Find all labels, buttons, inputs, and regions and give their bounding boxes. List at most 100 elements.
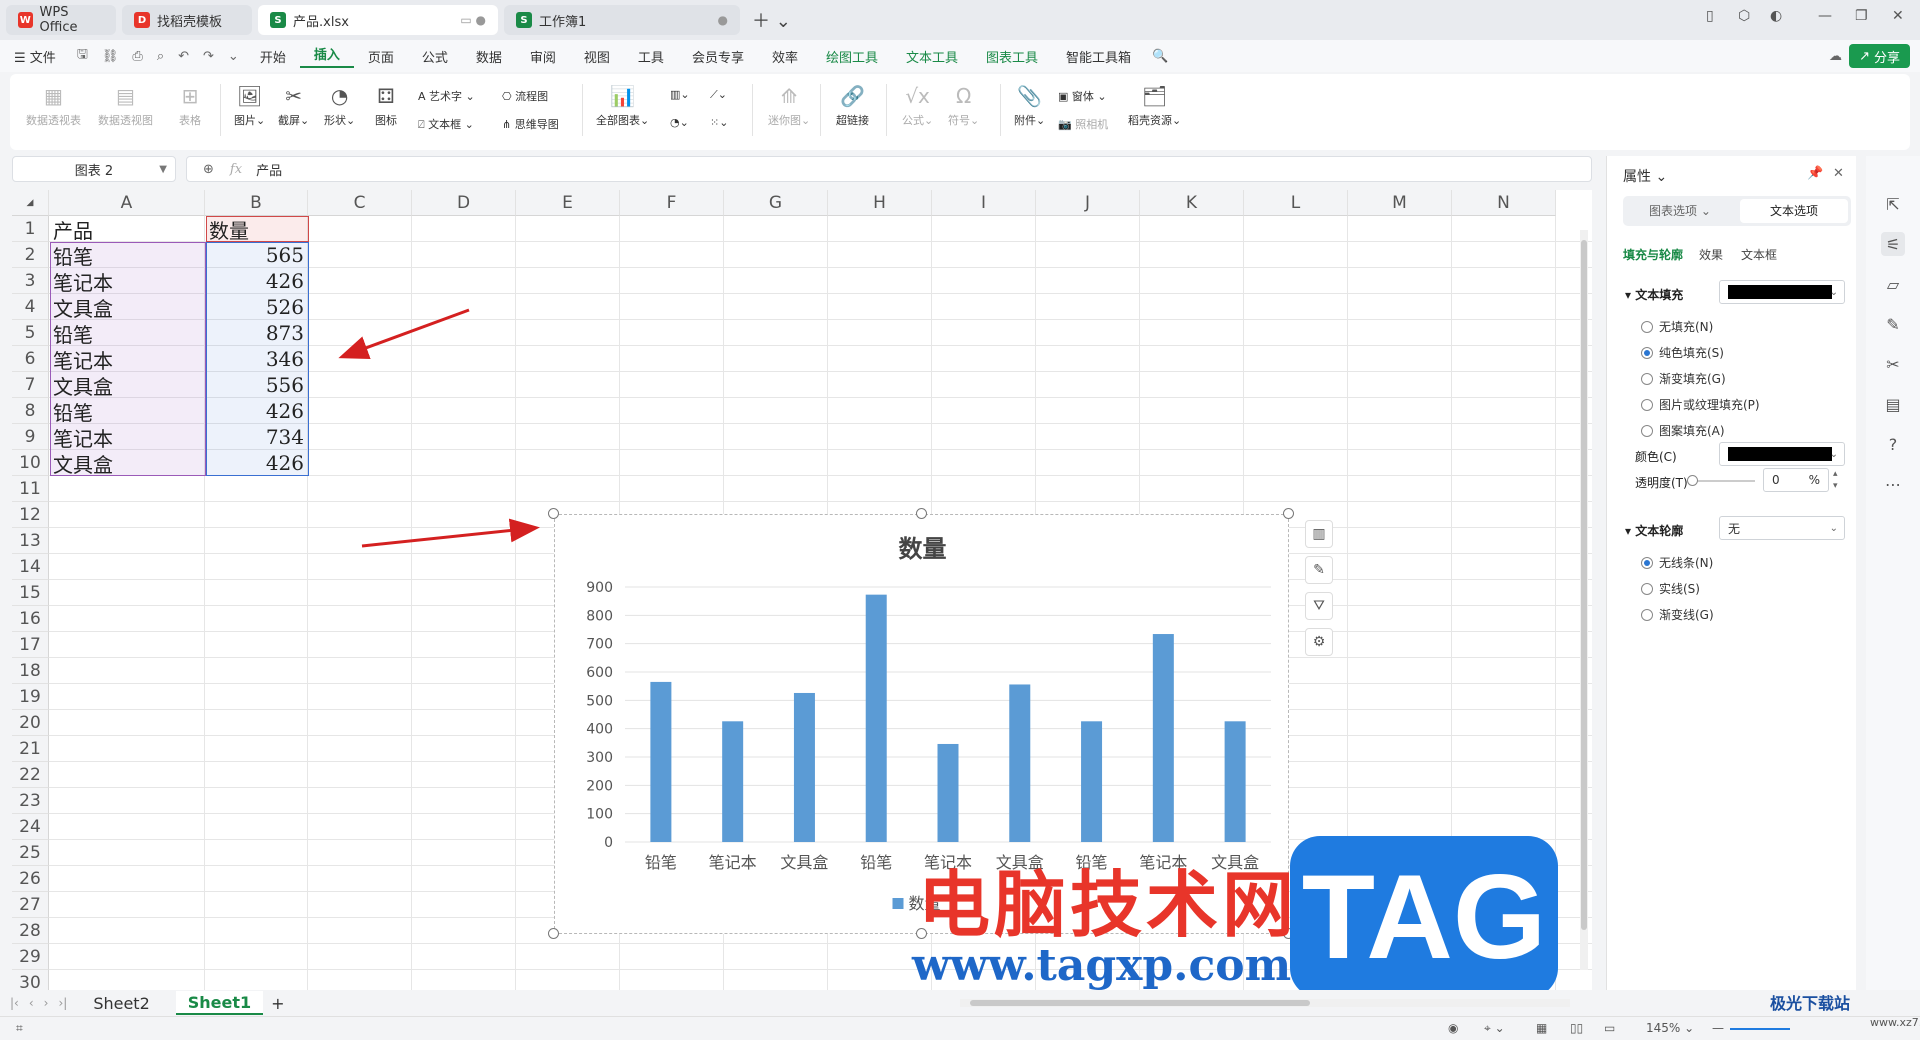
more-icon[interactable]: ⋯ bbox=[1881, 472, 1905, 496]
row-header-19[interactable]: 19 bbox=[12, 684, 49, 710]
attachment-button[interactable]: 📎 附件⌄ bbox=[1014, 84, 1045, 128]
sheet-tab-sheet2[interactable]: Sheet2 bbox=[81, 991, 161, 1015]
row-header-17[interactable]: 17 bbox=[12, 632, 49, 658]
row-header-21[interactable]: 21 bbox=[12, 736, 49, 762]
maximize-icon[interactable]: ❐ bbox=[1855, 8, 1868, 24]
more-chevron-icon[interactable]: ⌄ bbox=[221, 49, 246, 64]
new-tab-plus-icon[interactable]: ＋ ⌄ bbox=[752, 7, 791, 33]
cell-b2[interactable]: 565 bbox=[205, 242, 308, 268]
cell-a10[interactable]: 文具盒 bbox=[49, 450, 205, 477]
reading-view-icon[interactable]: ▯▯ bbox=[1570, 1021, 1583, 1035]
row-header-26[interactable]: 26 bbox=[12, 866, 49, 892]
window-button[interactable]: ▣ 窗体 ⌄ bbox=[1058, 88, 1107, 104]
radio-picture-fill[interactable]: 图片或纹理填充(P) bbox=[1641, 396, 1760, 413]
column-header-g[interactable]: G bbox=[724, 190, 828, 216]
menu-efficiency[interactable]: 效率 bbox=[758, 47, 812, 66]
column-header-h[interactable]: H bbox=[828, 190, 932, 216]
text-outline-heading[interactable]: ▾ 文本轮廓 bbox=[1625, 522, 1683, 539]
cell-b3[interactable]: 426 bbox=[205, 268, 308, 294]
minimize-icon[interactable]: — bbox=[1818, 8, 1832, 24]
select-all-corner[interactable]: ◢ bbox=[12, 190, 49, 216]
column-header-f[interactable]: F bbox=[620, 190, 724, 216]
formula-button[interactable]: √x 公式⌄ bbox=[902, 84, 933, 128]
color-select[interactable]: ⌄ bbox=[1719, 442, 1845, 466]
edit-box-icon[interactable]: ✎ bbox=[1881, 312, 1905, 336]
row-header-30[interactable]: 30 bbox=[12, 970, 49, 990]
tools-icon[interactable]: ✂ bbox=[1881, 352, 1905, 376]
cell-a9[interactable]: 笔记本 bbox=[49, 424, 205, 451]
cell-b1[interactable]: 数量 bbox=[205, 216, 308, 243]
menu-member[interactable]: 会员专享 bbox=[678, 47, 758, 66]
help-icon[interactable]: ? bbox=[1881, 432, 1905, 456]
column-header-d[interactable]: D bbox=[412, 190, 516, 216]
subtab-fill-outline[interactable]: 填充与轮廓 bbox=[1623, 246, 1683, 263]
formula-bar[interactable]: ⊕ fx 产品 bbox=[186, 156, 1592, 182]
comment-icon[interactable]: ▱ bbox=[1881, 272, 1905, 296]
row-header-8[interactable]: 8 bbox=[12, 398, 49, 424]
symbol-button[interactable]: Ω 符号⌄ bbox=[948, 84, 979, 128]
column-header-k[interactable]: K bbox=[1140, 190, 1244, 216]
row-header-27[interactable]: 27 bbox=[12, 892, 49, 918]
row-header-22[interactable]: 22 bbox=[12, 762, 49, 788]
cell-a4[interactable]: 文具盒 bbox=[49, 294, 205, 321]
book-icon[interactable]: ▤ bbox=[1881, 392, 1905, 416]
locate-icon[interactable]: ⌖ ⌄ bbox=[1484, 1021, 1505, 1036]
text-fill-color-select[interactable]: ⌄ bbox=[1719, 280, 1845, 304]
column-header-a[interactable]: A bbox=[49, 190, 205, 216]
close-icon[interactable]: ✕ bbox=[1892, 8, 1904, 24]
subtab-textbox[interactable]: 文本框 bbox=[1741, 246, 1777, 263]
outline-select[interactable]: 无 ⌄ bbox=[1719, 516, 1845, 540]
cell-b4[interactable]: 526 bbox=[205, 294, 308, 320]
first-sheet-icon[interactable]: |‹ bbox=[10, 996, 19, 1010]
transparency-input[interactable]: 0% bbox=[1763, 468, 1829, 492]
row-header-23[interactable]: 23 bbox=[12, 788, 49, 814]
normal-view-icon[interactable]: ▦ bbox=[1536, 1021, 1547, 1035]
eye-protect-icon[interactable]: ◉ bbox=[1448, 1021, 1458, 1035]
flowchart-button[interactable]: ⎔ 流程图 bbox=[502, 88, 548, 104]
cell-a1[interactable]: 产品 bbox=[49, 216, 205, 243]
pie-chart-dropdown[interactable]: ◔⌄ bbox=[670, 116, 689, 129]
zoom-level[interactable]: 145% ⌄ bbox=[1646, 1021, 1694, 1035]
tab-chart-options[interactable]: 图表选项 ⌄ bbox=[1626, 199, 1734, 223]
menu-formula[interactable]: 公式 bbox=[408, 47, 462, 66]
radio-gradient-line[interactable]: 渐变线(G) bbox=[1641, 606, 1714, 623]
mindmap-button[interactable]: ⋔ 思维导图 bbox=[502, 116, 559, 132]
radio-no-fill[interactable]: 无填充(N) bbox=[1641, 318, 1713, 335]
cloud-icon[interactable]: ☁ bbox=[1822, 49, 1849, 64]
scatter-chart-dropdown[interactable]: ⁙⌄ bbox=[710, 116, 728, 129]
cell-b5[interactable]: 873 bbox=[205, 320, 308, 346]
row-header-29[interactable]: 29 bbox=[12, 944, 49, 970]
tab-product-xlsx[interactable]: S 产品.xlsx ▭ ● bbox=[258, 5, 498, 35]
zoom-out-icon[interactable]: — bbox=[1712, 1021, 1724, 1035]
subtab-effects[interactable]: 效果 bbox=[1699, 246, 1723, 263]
slider-thumb[interactable] bbox=[1687, 475, 1698, 486]
row-header-9[interactable]: 9 bbox=[12, 424, 49, 450]
cell-b6[interactable]: 346 bbox=[205, 346, 308, 372]
cell-a5[interactable]: 铅笔 bbox=[49, 320, 205, 347]
column-header-l[interactable]: L bbox=[1244, 190, 1348, 216]
picture-button[interactable]: 🖼 图片⌄ bbox=[234, 84, 265, 128]
scrollbar-thumb[interactable] bbox=[1581, 240, 1587, 930]
hyperlink-button[interactable]: 🔗 超链接 bbox=[836, 84, 869, 128]
row-header-13[interactable]: 13 bbox=[12, 528, 49, 554]
link-icon[interactable]: ⛓ bbox=[95, 49, 126, 64]
redo-icon[interactable]: ↷ bbox=[196, 49, 221, 64]
save-icon[interactable]: 🖫 bbox=[70, 45, 95, 67]
row-header-3[interactable]: 3 bbox=[12, 268, 49, 294]
row-header-14[interactable]: 14 bbox=[12, 554, 49, 580]
row-header-10[interactable]: 10 bbox=[12, 450, 49, 476]
sheet-tab-sheet1[interactable]: Sheet1 bbox=[175, 991, 264, 1015]
wordart-button[interactable]: A 艺术字 ⌄ bbox=[418, 88, 475, 104]
menu-view[interactable]: 视图 bbox=[570, 47, 624, 66]
preview-icon[interactable]: ⌕ bbox=[150, 49, 171, 64]
scrollbar-thumb[interactable] bbox=[970, 1000, 1310, 1006]
tab-text-options[interactable]: 文本选项 bbox=[1740, 199, 1848, 223]
table-button[interactable]: ⊞ 表格 bbox=[178, 84, 202, 128]
column-header-e[interactable]: E bbox=[516, 190, 620, 216]
fx-icon[interactable]: fx bbox=[230, 162, 242, 177]
menu-home[interactable]: 开始 bbox=[246, 47, 300, 66]
tab-workbook1[interactable]: S 工作簿1 ● bbox=[504, 5, 740, 35]
row-header-11[interactable]: 11 bbox=[12, 476, 49, 502]
menu-tools[interactable]: 工具 bbox=[624, 47, 678, 66]
file-menu[interactable]: ☰ 文件 bbox=[0, 47, 70, 66]
